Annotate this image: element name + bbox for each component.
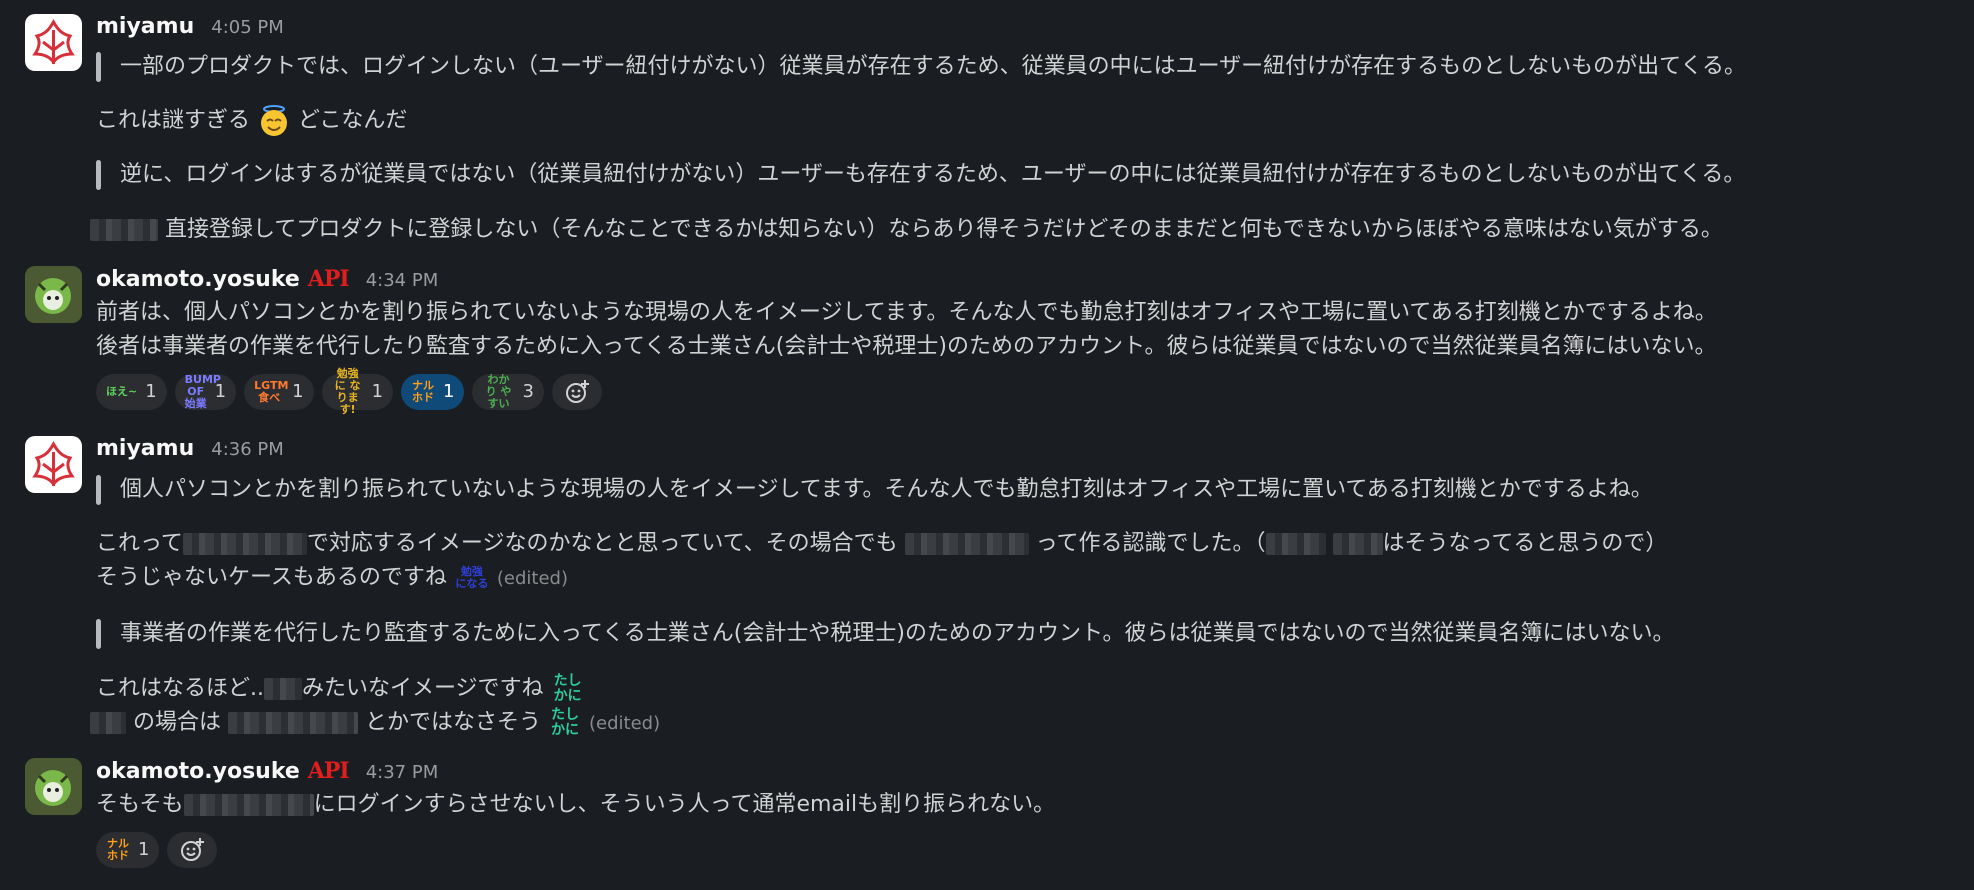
reaction-lgtm[interactable]: LGTM 食べ 1 — [244, 374, 314, 410]
timestamp[interactable]: 4:34 PM — [366, 270, 439, 291]
avatar-okamoto[interactable] — [25, 758, 82, 815]
timestamp[interactable]: 4:37 PM — [366, 762, 439, 783]
quote-block: 一部のプロダクトでは、ログインしない（ユーザー紐付けがない）従業員が存在するため… — [96, 50, 1746, 84]
message-line: これは謎すぎる どこなんだ — [96, 104, 407, 138]
redacted-text — [183, 794, 314, 816]
message-line: これって で対応するイメージなのかなとと思っていて、その場合でも って作る認識でし… — [96, 531, 1668, 556]
edited-label: (edited) — [496, 568, 569, 589]
reaction-naruhodo[interactable]: ナル ホド 1 — [401, 374, 465, 410]
message-line: そうじゃないケースもあるのですね 勉強 になる (edited) — [96, 565, 569, 590]
add-reaction-button[interactable] — [551, 374, 602, 410]
message-line: 直接登録してプロダクトに登録しない（そんなことできるかは知らない）ならあり得そう… — [90, 213, 1723, 247]
message-line: 前者は、個人パソコンとかを割り振られていないような現場の人をイメージしてます。そ… — [96, 300, 1717, 325]
redacted-text — [228, 712, 359, 734]
smiling-face-with-halo-icon — [257, 104, 291, 138]
avatar-miyamu[interactable] — [25, 14, 82, 71]
redacted-text — [904, 533, 1029, 555]
benkyo-ni-naru-stamp: 勉強 になる — [455, 565, 489, 590]
reaction-bar: ナル ホド 1 — [96, 832, 218, 868]
redacted-text — [1332, 533, 1383, 555]
quote-block: 事業者の作業を代行したり監査するために入ってくる士業さん(会計士や税理士)のため… — [96, 617, 1675, 651]
message-line: の場合は とかではなさそう たし かに (edited) — [90, 706, 660, 741]
avatar-miyamu[interactable] — [25, 436, 82, 493]
redacted-text — [90, 712, 126, 734]
reaction-benkyo-ni-narimasu[interactable]: 勉強に なります! 1 — [321, 368, 394, 416]
reaction-bump-of-shigyo[interactable]: BUMP OF 始業 1 — [174, 374, 237, 410]
reaction-hoe[interactable]: ほえ~ 1 — [96, 374, 167, 410]
author-name[interactable]: okamoto.yosuke — [96, 267, 300, 292]
timestamp[interactable]: 4:05 PM — [211, 17, 284, 38]
author-name[interactable]: okamoto.yosuke — [96, 759, 300, 784]
add-reaction-button[interactable] — [167, 832, 218, 868]
redacted-text — [90, 219, 158, 241]
quote-block: 個人パソコンとかを割り振られていないような現場の人をイメージしてます。そんな人で… — [96, 473, 1653, 507]
add-reaction-icon — [181, 838, 205, 861]
edited-label: (edited) — [589, 713, 661, 734]
message-line: 後者は事業者の作業を代行したり監査するために入ってくる士業さん(会計士や税理士)… — [96, 334, 1717, 359]
avatar-okamoto[interactable] — [25, 266, 82, 323]
quote-text: 逆に、ログインはするが従業員ではない（従業員紐付けがない）ユーザーも存在するため… — [120, 162, 1746, 187]
redacted-text — [182, 533, 307, 555]
redacted-text — [264, 678, 302, 700]
quote-text: 事業者の作業を代行したり監査するために入ってくる士業さん(会計士や税理士)のため… — [120, 621, 1675, 646]
api-badge: API — [307, 758, 350, 784]
author-name[interactable]: miyamu — [96, 14, 194, 39]
author-name[interactable]: miyamu — [96, 436, 194, 461]
quote-text: 一部のプロダクトでは、ログインしない（ユーザー紐付けがない）従業員が存在するため… — [120, 54, 1747, 79]
tashikani-stamp: たし かに — [553, 673, 582, 704]
message-line: そもそも にログインすらさせないし、そういう人って通常emailも割り振られない。 — [96, 792, 1056, 817]
redacted-text — [1265, 533, 1326, 555]
add-reaction-icon — [565, 380, 589, 403]
reaction-wakariyasui[interactable]: わかり やすい 3 — [472, 374, 544, 410]
reaction-bar: ほえ~ 1 BUMP OF 始業 1 LGTM 食べ 1 勉強に なります! 1… — [96, 368, 602, 416]
quote-block: 逆に、ログインはするが従業員ではない（従業員紐付けがない）ユーザーも存在するため… — [96, 158, 1745, 192]
message-line: これはなるほど.. みたいなイメージですね たし かに — [96, 672, 585, 706]
tashikani-stamp: たし かに — [551, 707, 580, 738]
quote-text: 個人パソコンとかを割り振られていないような現場の人をイメージしてます。そんな人で… — [120, 477, 1653, 502]
timestamp[interactable]: 4:36 PM — [211, 439, 284, 460]
api-badge: API — [307, 266, 350, 292]
reaction-naruhodo[interactable]: ナル ホド 1 — [96, 832, 160, 868]
